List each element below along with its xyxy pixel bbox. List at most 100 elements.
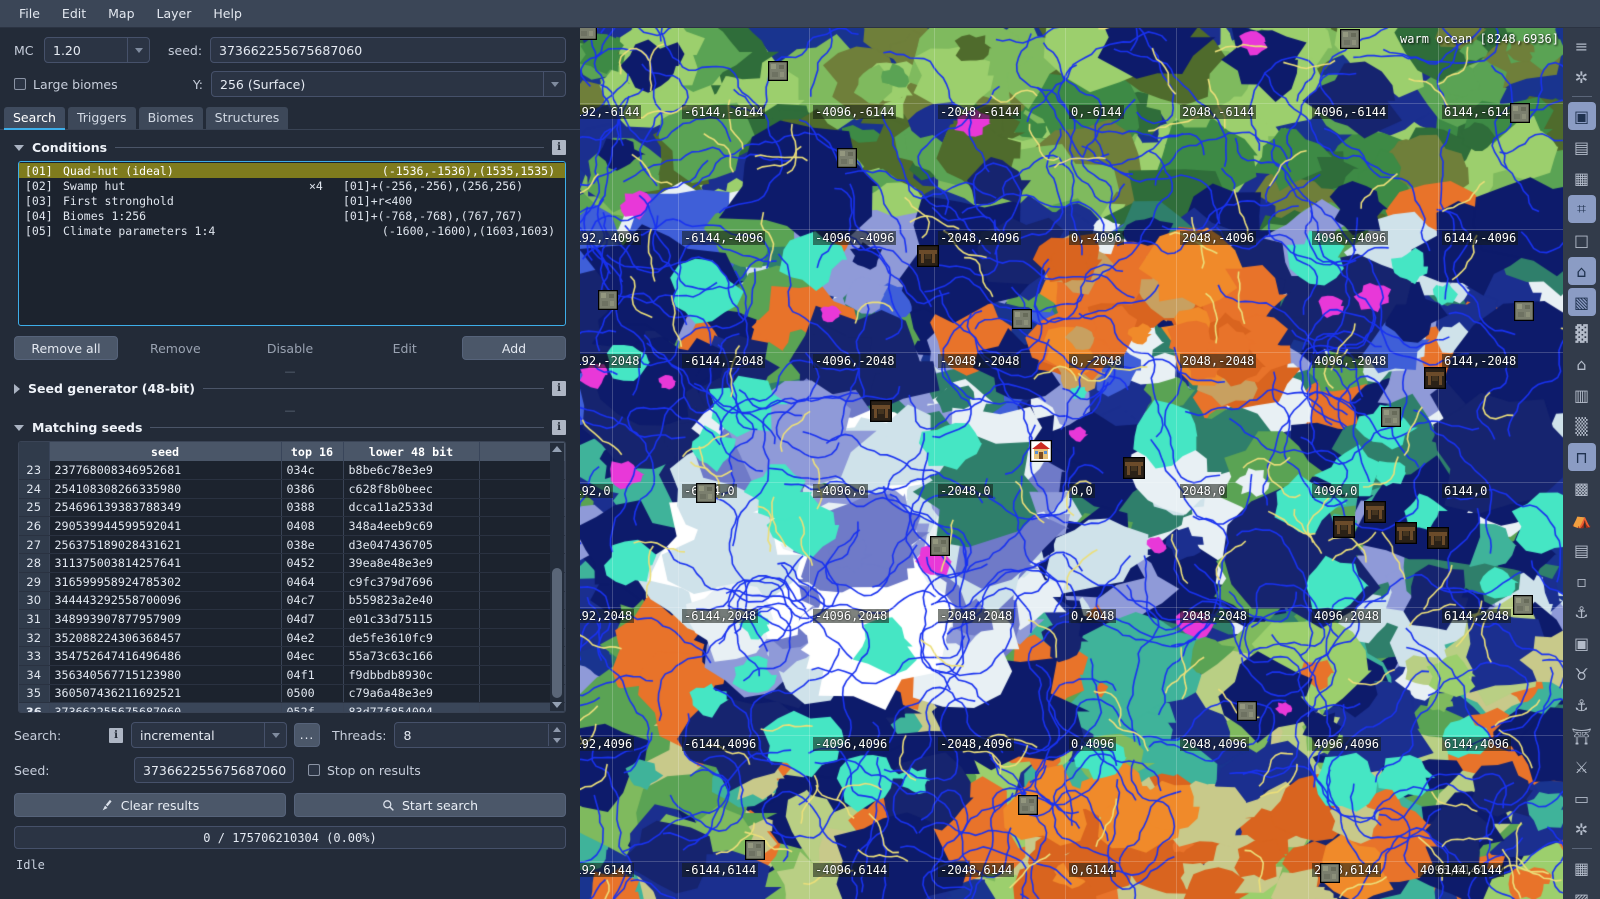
search-mode-combo[interactable]: incremental	[131, 722, 287, 748]
table-row[interactable]: 34 356340567715123980 04f1 f9dbbdb8930c	[19, 665, 565, 685]
mc-version-combo[interactable]: 1.20	[44, 37, 150, 63]
igloo-icon[interactable]: ⌂	[1568, 350, 1596, 378]
table-row[interactable]: 35 360507436211692521 0500 c79a6a48e3e9	[19, 684, 565, 704]
buried-treasure-icon[interactable]: ⚓	[1568, 691, 1596, 719]
grid-overlay-icon[interactable]: ⌗	[1567, 195, 1596, 223]
scroll-up-icon[interactable]	[551, 443, 563, 455]
search-options-button[interactable]: ...	[294, 723, 320, 747]
tab-triggers[interactable]: Triggers	[67, 107, 136, 129]
remove-all-button[interactable]: Remove all	[14, 336, 118, 360]
info-icon[interactable]: i	[552, 140, 566, 155]
matching-seeds-section-header[interactable]: Matching seeds i	[0, 420, 580, 435]
info-icon[interactable]: i	[552, 420, 566, 435]
menu-item-map[interactable]: Map	[97, 2, 145, 25]
ruin-icon[interactable]	[1513, 300, 1535, 324]
seed-generator-section-header[interactable]: Seed generator (48-bit) i	[0, 381, 580, 396]
witch-hut-icon[interactable]	[916, 244, 940, 270]
chevron-down-icon[interactable]	[543, 72, 565, 96]
table-row[interactable]: 32 352088224306368457 04e2 de5fe3610fc9	[19, 628, 565, 648]
fortress-icon[interactable]: ⚔	[1568, 753, 1596, 781]
shipwreck-icon[interactable]: ⚓	[1568, 598, 1596, 626]
mansion-icon[interactable]: ⛺	[1568, 505, 1596, 533]
table-row[interactable]: 28 311375003814257641 0452 39ea8e48e3e9	[19, 553, 565, 574]
jungle-temple-icon[interactable]: ▓	[1568, 319, 1596, 347]
world-map-view[interactable]: -8192,-6144 -6144,-6144 -4096,-6144 -2048,-…	[580, 28, 1563, 899]
condition-row[interactable]: [03] First stronghold [01]+r<400	[19, 193, 565, 208]
caret-right-icon[interactable]	[14, 383, 20, 394]
disable-button[interactable]: Disable	[233, 336, 348, 360]
menu-item-file[interactable]: File	[8, 2, 51, 25]
ruin-icon[interactable]	[836, 147, 858, 171]
village-icon[interactable]: ⌂	[1567, 257, 1596, 285]
conditions-section-header[interactable]: Conditions i	[0, 140, 580, 155]
witch-hut-icon[interactable]	[1122, 456, 1146, 482]
table-row[interactable]: 23 237768008346952681 034c b8be6c78e3e9	[19, 461, 565, 481]
remove-button[interactable]: Remove	[118, 336, 233, 360]
ruined-portal-icon[interactable]: ▫	[1568, 567, 1596, 595]
column-header-seed[interactable]: seed	[49, 442, 282, 461]
ancient-city-icon[interactable]: ▦	[1568, 854, 1596, 882]
large-biomes-checkbox[interactable]: Large biomes	[14, 77, 169, 92]
column-header-index[interactable]	[19, 442, 50, 461]
witch-hut-icon[interactable]	[1363, 500, 1387, 526]
witch-hut-icon[interactable]	[1394, 521, 1418, 547]
matching-seeds-table[interactable]: seed top 16 lower 48 bit 23 237768008346…	[18, 441, 566, 713]
add-condition-button[interactable]: Add	[462, 336, 567, 360]
column-header-top16[interactable]: top 16	[281, 442, 344, 461]
ocean-ruin-icon[interactable]: ♉	[1568, 660, 1596, 688]
cave-layer-icon[interactable]: ▤	[1568, 133, 1596, 161]
ruin-icon[interactable]	[744, 839, 766, 863]
table-row[interactable]: 33 354752647416496486 04ec 55a73c63c166	[19, 646, 565, 667]
table-row[interactable]: 36 373662255675687060 052f 83d77f854094	[19, 702, 565, 712]
witch-hut-icon[interactable]	[1426, 526, 1450, 552]
ruin-icon[interactable]	[1319, 862, 1341, 886]
tab-search[interactable]: Search	[4, 107, 65, 130]
clear-results-button[interactable]: Clear results	[14, 793, 286, 817]
scroll-down-icon[interactable]	[551, 699, 563, 711]
bastion-icon[interactable]: ⛩	[1568, 722, 1596, 750]
table-row[interactable]: 26 290539944599592041 0408 348a4eeb9c69	[19, 516, 565, 536]
witch-hut-icon[interactable]	[1332, 515, 1356, 541]
threads-spinner[interactable]: 8	[394, 722, 566, 748]
info-icon[interactable]: i	[552, 381, 566, 396]
end-gateway-icon[interactable]: ✲	[1568, 815, 1596, 843]
conditions-list[interactable]: [01] Quad-hut (ideal) (-1536,-1536),(153…	[18, 161, 566, 326]
table-vertical-scrollbar[interactable]	[550, 443, 564, 711]
menu-item-help[interactable]: Help	[202, 2, 253, 25]
caret-down-icon[interactable]	[14, 144, 24, 151]
tab-structures[interactable]: Structures	[205, 107, 289, 129]
biome-layer-icon[interactable]: ▣	[1567, 102, 1596, 130]
collapse-handle[interactable]: —	[0, 366, 580, 377]
column-header-lower48[interactable]: lower 48 bit	[343, 442, 480, 461]
spinner-buttons[interactable]	[548, 724, 564, 746]
village-icon[interactable]	[1029, 439, 1053, 465]
desert-pyramid-icon[interactable]: ▧	[1567, 288, 1596, 316]
ruin-icon[interactable]	[695, 482, 717, 506]
ruin-icon[interactable]	[1380, 406, 1402, 430]
search-seed-input[interactable]: 373662255675687060	[134, 757, 294, 783]
witch-hut-icon[interactable]: ⊓	[1567, 443, 1596, 471]
stop-on-results-checkbox[interactable]: Stop on results	[308, 763, 421, 778]
table-row[interactable]: 31 348993907877957909 04d7 e01c33d75115	[19, 609, 565, 629]
ruin-icon[interactable]	[1339, 28, 1361, 52]
start-search-button[interactable]: Start search	[294, 793, 566, 817]
mineshaft-icon[interactable]: ▥	[1568, 381, 1596, 409]
y-level-combo[interactable]: 256 (Surface)	[211, 71, 566, 97]
stronghold-icon[interactable]: ▒	[1568, 412, 1596, 440]
edit-button[interactable]: Edit	[347, 336, 462, 360]
menu-item-edit[interactable]: Edit	[51, 2, 97, 25]
ruin-icon[interactable]	[1509, 102, 1531, 126]
heightmap-layer-icon[interactable]: ▦	[1568, 164, 1596, 192]
chevron-down-icon[interactable]	[127, 38, 149, 62]
ruin-icon[interactable]	[1236, 700, 1258, 724]
condition-row[interactable]: [02] Swamp hut ×4 [01]+(-256,-256),(256,…	[19, 178, 565, 193]
scrollbar-thumb[interactable]	[552, 568, 562, 698]
spinner-up-icon[interactable]	[552, 724, 561, 735]
collapse-handle[interactable]: —	[0, 405, 580, 416]
witch-hut-icon[interactable]	[869, 399, 893, 425]
table-row[interactable]: 25 254696139383788349 0388 dcca11a2533d	[19, 498, 565, 518]
tab-biomes[interactable]: Biomes	[138, 107, 203, 129]
condition-row[interactable]: [04] Biomes 1:256 [01]+(-768,-768),(767,…	[19, 208, 565, 223]
drag-handle-icon[interactable]: ≡	[1568, 32, 1596, 60]
table-row[interactable]: 27 256375189028431621 038e d3e047436705	[19, 535, 565, 555]
